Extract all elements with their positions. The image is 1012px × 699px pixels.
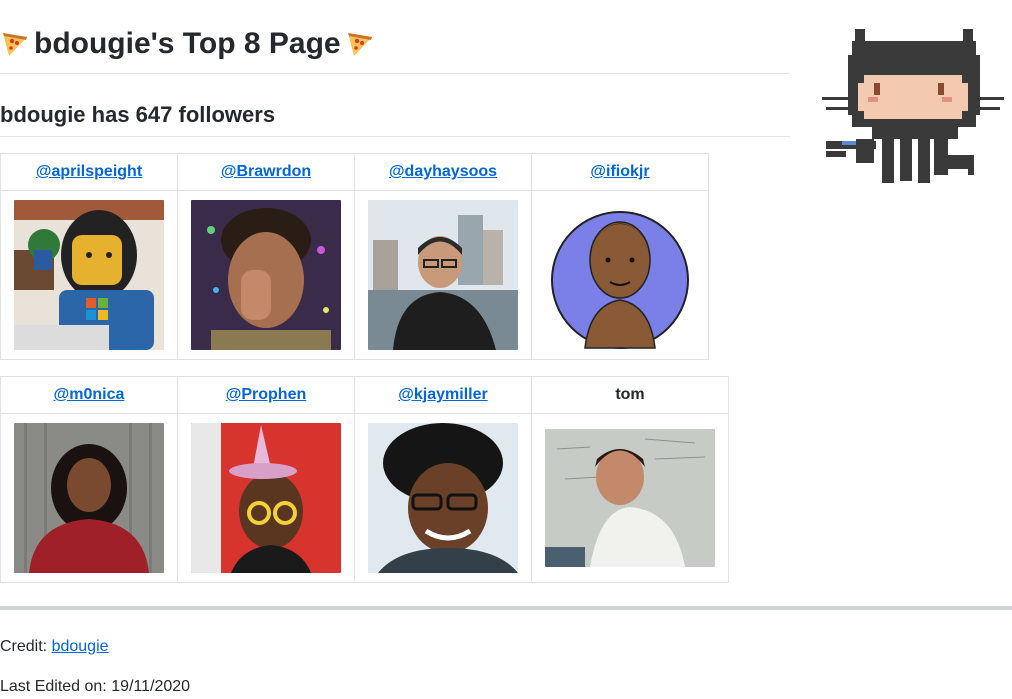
- handle-link-ifiokjr[interactable]: @ifiokjr: [590, 163, 649, 180]
- credit-line: Credit: bdougie: [0, 637, 109, 657]
- handle-link-aprilspeight[interactable]: @aprilspeight: [36, 163, 142, 180]
- handle-link-brawrdon[interactable]: @Brawrdon: [221, 163, 311, 180]
- title-divider: [0, 73, 790, 74]
- handle-row: @m0nica @Prophen @kjaymiller tom: [0, 376, 729, 414]
- top8-table-row1: @aprilspeight @Brawrdon @dayhaysoos @ifi…: [0, 153, 709, 360]
- subtitle-divider: [0, 136, 790, 137]
- photo-avatar[interactable]: [368, 423, 518, 573]
- avatar-row: [0, 190, 709, 360]
- pizza-icon: [347, 33, 372, 56]
- credit-label: Credit:: [0, 638, 52, 655]
- avatar-cell: [177, 190, 355, 360]
- avatar-cell: [354, 190, 532, 360]
- avatar-cell: [177, 413, 355, 583]
- avatar-cell: [354, 413, 532, 583]
- photo-avatar[interactable]: [545, 429, 715, 567]
- followers-heading: bdougie has 647 followers: [0, 102, 276, 127]
- footer-divider: [0, 606, 1012, 610]
- handle-text-tom: tom: [615, 386, 645, 403]
- photo-avatar[interactable]: [191, 200, 341, 350]
- avatar-cell: [531, 190, 709, 360]
- handle-cell: @Prophen: [177, 376, 355, 414]
- handle-link-prophen[interactable]: @Prophen: [226, 386, 307, 403]
- handle-cell: @dayhaysoos: [354, 153, 532, 191]
- handle-row: @aprilspeight @Brawrdon @dayhaysoos @ifi…: [0, 153, 709, 191]
- avatar-row: [0, 413, 729, 583]
- avatar-cell: [0, 190, 178, 360]
- last-edited: Last Edited on: 19/11/2020: [0, 678, 191, 695]
- illustrated-avatar[interactable]: [545, 200, 695, 350]
- photo-avatar[interactable]: [191, 423, 341, 573]
- avatar-cell: [531, 413, 729, 583]
- top8-table-row2: @m0nica @Prophen @kjaymiller tom: [0, 376, 729, 583]
- photo-avatar[interactable]: [368, 200, 518, 350]
- handle-cell: @aprilspeight: [0, 153, 178, 191]
- handle-link-kjaymiller[interactable]: @kjaymiller: [398, 386, 487, 403]
- handle-cell: @Brawrdon: [177, 153, 355, 191]
- lego-figure-avatar[interactable]: [14, 200, 164, 350]
- photo-avatar[interactable]: [14, 423, 164, 573]
- page-title-text: bdougie's Top 8 Page: [34, 27, 341, 60]
- handle-cell: @kjaymiller: [354, 376, 532, 414]
- credit-link[interactable]: bdougie: [52, 638, 109, 655]
- handle-cell: @m0nica: [0, 376, 178, 414]
- octocat-icon: [822, 29, 1004, 183]
- handle-link-dayhaysoos[interactable]: @dayhaysoos: [389, 163, 497, 180]
- handle-cell: tom: [531, 376, 729, 414]
- handle-link-m0nica[interactable]: @m0nica: [54, 386, 125, 403]
- handle-cell: @ifiokjr: [531, 153, 709, 191]
- avatar-cell: [0, 413, 178, 583]
- pizza-icon: [3, 33, 27, 56]
- page-title: bdougie's Top 8 Page: [0, 24, 790, 64]
